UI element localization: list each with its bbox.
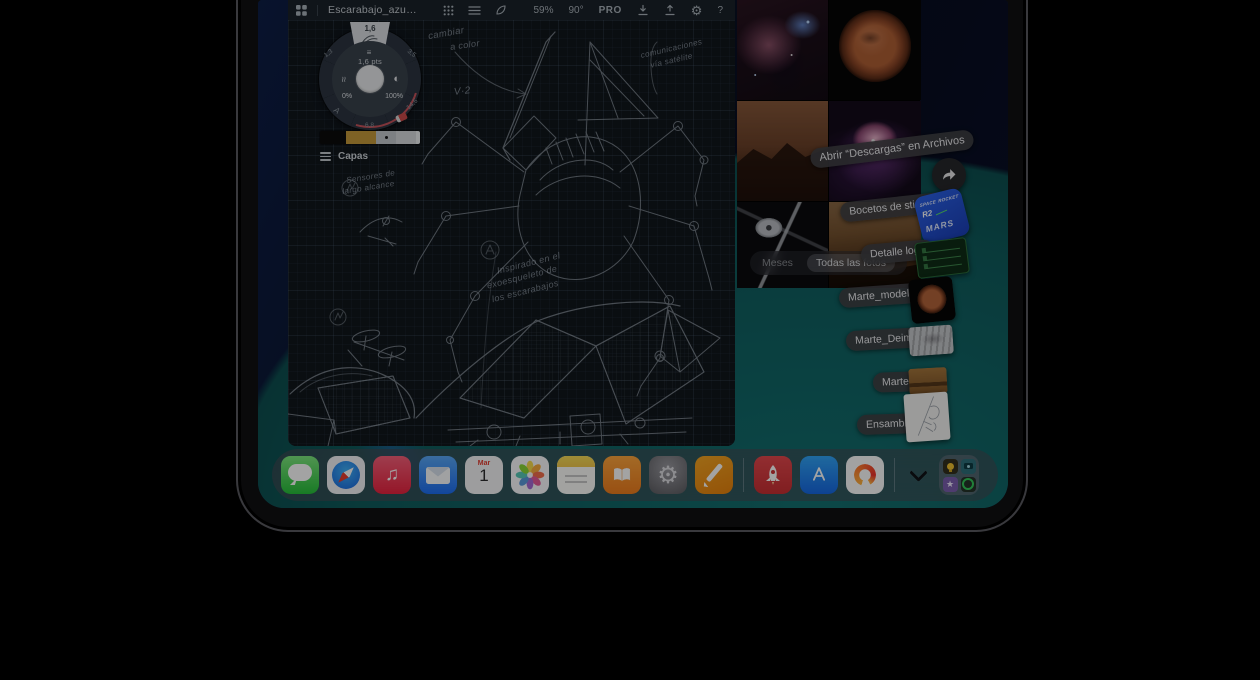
- share-arrow-button[interactable]: [932, 158, 966, 192]
- dock-app-safari[interactable]: [327, 456, 365, 494]
- open-book-icon: [609, 462, 635, 488]
- app-library-mini-camera: [961, 459, 976, 474]
- photos-flower-icon: [515, 460, 545, 490]
- ipad-screen: Escarabajo_azu… 59% 90° PRO: [258, 0, 1008, 508]
- app-library-mini-lightbulb: [943, 459, 958, 474]
- dock-app-settings[interactable]: ⚙: [649, 456, 687, 494]
- drag-thumbnail-mars-deimos[interactable]: [908, 325, 954, 357]
- app-library-mini-star: ★: [943, 477, 958, 492]
- gear-large-icon: ⚙: [657, 461, 679, 490]
- dock-app-music[interactable]: ♫: [373, 456, 411, 494]
- redirect-arrow-icon: [939, 165, 959, 185]
- dock-app-messages[interactable]: [281, 456, 319, 494]
- drag-thumbnail-mars[interactable]: [908, 367, 947, 395]
- music-note-icon: ♫: [385, 464, 399, 486]
- dock: ♫ Mar 1: [272, 449, 998, 501]
- drag-thumbnail-logo[interactable]: [914, 237, 970, 279]
- dock-app-rocket[interactable]: [754, 456, 792, 494]
- dock-collapse-button[interactable]: [905, 453, 931, 497]
- dock-app-sketch[interactable]: [695, 456, 733, 494]
- dock-divider: [743, 458, 744, 492]
- chevron-down-icon: [909, 463, 927, 481]
- drag-layer: Abrir “Descargas” en Archivos Bocetos de…: [258, 0, 1008, 508]
- dock-app-notes[interactable]: [557, 456, 595, 494]
- assembly-sketch: [903, 392, 950, 443]
- dock-app-calendar[interactable]: Mar 1: [465, 456, 503, 494]
- marketing-background: Escarabajo_azu… 59% 90° PRO: [0, 0, 1260, 680]
- dock-app-appstore[interactable]: [800, 456, 838, 494]
- dock-app-mail[interactable]: [419, 456, 457, 494]
- app-library-mini-clock: [961, 477, 976, 492]
- drag-thumbnail-mars-model[interactable]: [908, 276, 956, 324]
- rocket-icon: [761, 463, 785, 487]
- dock-app-library[interactable]: ★: [939, 455, 979, 495]
- dock-app-books[interactable]: [603, 456, 641, 494]
- dock-app-clips[interactable]: [846, 456, 884, 494]
- calendar-day: 1: [465, 467, 503, 486]
- dock-divider-2: [894, 458, 895, 492]
- appstore-a-icon: [806, 462, 832, 488]
- dock-app-photos[interactable]: [511, 456, 549, 494]
- sticker-text-3: MARS: [925, 217, 956, 234]
- drag-thumbnail-assembly[interactable]: [903, 392, 950, 443]
